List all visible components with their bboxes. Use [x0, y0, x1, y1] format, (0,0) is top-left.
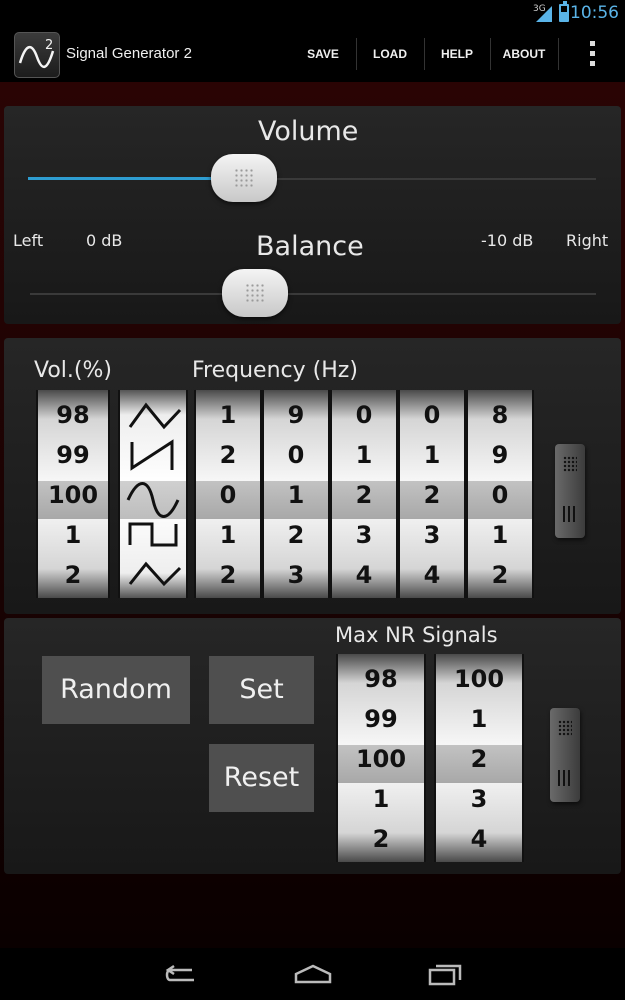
action-bar: 2 Signal Generator 2 SAVE LOAD HELP ABOU…	[0, 28, 625, 82]
wheel-value: 9	[287, 401, 305, 429]
wheel-value: 2	[64, 561, 82, 589]
action-separator	[490, 38, 491, 70]
waveform-wheel[interactable]	[118, 390, 188, 598]
wheel-value-selected: 0	[491, 481, 509, 509]
recent-apps-icon[interactable]	[426, 962, 466, 986]
set-button[interactable]: Set	[209, 656, 314, 724]
app-logo-icon[interactable]: 2	[14, 32, 60, 78]
frequency-digit-wheel-5[interactable]: 8 9 0 1 2	[466, 390, 534, 598]
wheel-value: 99	[56, 441, 90, 469]
wheel-value: 98	[364, 665, 398, 693]
volume-slider-thumb[interactable]	[210, 154, 277, 202]
wheel-value-selected: 2	[470, 745, 488, 773]
balance-label: Balance	[256, 231, 364, 262]
svg-text:2: 2	[45, 38, 53, 53]
help-button[interactable]: HELP	[430, 38, 484, 70]
wheel-value: 2	[219, 441, 237, 469]
navigation-bar	[0, 948, 625, 1000]
save-button[interactable]: SAVE	[296, 38, 350, 70]
status-bar: 3G 10:56	[0, 0, 625, 28]
overflow-menu-icon[interactable]	[584, 38, 602, 70]
wheel-value: 0	[423, 401, 441, 429]
wheel-value: 1	[470, 705, 488, 733]
wheel-value: 1	[64, 521, 82, 549]
balance-slider-thumb[interactable]	[222, 269, 289, 317]
volume-balance-panel: Volume Left 0 dB Balance -10 dB Right	[4, 106, 621, 324]
volume-label: Volume	[258, 116, 359, 147]
reset-button[interactable]: Reset	[209, 744, 314, 812]
wheel-value: 4	[355, 561, 373, 589]
wheel-value: 1	[219, 401, 237, 429]
signal-strength-icon	[536, 6, 552, 22]
square-wave-icon	[128, 522, 178, 547]
triangle-wave-icon	[128, 561, 182, 587]
frequency-header: Frequency (Hz)	[192, 358, 358, 383]
wheel-value: 4	[423, 561, 441, 589]
triangle-wave-icon	[128, 402, 182, 430]
wheel-value: 4	[470, 825, 488, 853]
wheel-value: 2	[372, 825, 390, 853]
wheel-value-selected: 2	[423, 481, 441, 509]
home-icon[interactable]	[292, 962, 334, 986]
action-separator	[558, 38, 559, 70]
frequency-digit-wheel-3[interactable]: 0 1 2 3 4	[330, 390, 398, 598]
wheel-value-selected: 100	[47, 481, 99, 509]
signal-panel: Vol.(%) Frequency (Hz) 98 99 100 1 2 1 2…	[4, 338, 621, 614]
wheel-value-selected: 1	[287, 481, 305, 509]
about-button[interactable]: ABOUT	[496, 38, 552, 70]
action-separator	[424, 38, 425, 70]
drag-handle-icon[interactable]	[550, 708, 580, 802]
left-db-value: 0 dB	[86, 231, 123, 250]
wheel-value: 9	[491, 441, 509, 469]
load-button[interactable]: LOAD	[362, 38, 418, 70]
wheel-value: 2	[491, 561, 509, 589]
wheel-value: 0	[287, 441, 305, 469]
drag-handle-icon[interactable]	[555, 444, 585, 538]
wheel-value-selected: 0	[219, 481, 237, 509]
wheel-value: 0	[355, 401, 373, 429]
app-title: Signal Generator 2	[66, 45, 192, 62]
wheel-value: 1	[355, 441, 373, 469]
wheel-value: 2	[287, 521, 305, 549]
wheel-value: 99	[364, 705, 398, 733]
wheel-value: 2	[219, 561, 237, 589]
random-button[interactable]: Random	[42, 656, 190, 724]
action-separator	[356, 38, 357, 70]
wheel-value: 98	[56, 401, 90, 429]
wheel-value: 3	[287, 561, 305, 589]
wheel-value-selected: 2	[355, 481, 373, 509]
wheel-value: 3	[355, 521, 373, 549]
sawtooth-wave-icon	[130, 439, 174, 471]
battery-icon	[559, 1, 569, 22]
max-nr-wheel-right[interactable]: 100 1 2 3 4	[434, 654, 524, 862]
balance-track	[30, 293, 596, 295]
wheel-value: 1	[423, 441, 441, 469]
vol-percent-header: Vol.(%)	[34, 358, 112, 383]
wheel-value: 1	[372, 785, 390, 813]
frequency-digit-wheel-2[interactable]: 9 0 1 2 3	[262, 390, 330, 598]
right-db-value: -10 dB	[481, 231, 534, 250]
wheel-value: 8	[491, 401, 509, 429]
wheel-value: 100	[453, 665, 505, 693]
wheel-value: 1	[491, 521, 509, 549]
max-nr-signals-header: Max NR Signals	[335, 623, 498, 647]
wheel-value: 3	[423, 521, 441, 549]
back-icon[interactable]	[160, 962, 200, 986]
volume-percent-wheel[interactable]: 98 99 100 1 2	[36, 390, 110, 598]
controls-panel: Random Set Reset Max NR Signals 98 99 10…	[4, 618, 621, 874]
right-channel-label: Right	[566, 231, 609, 250]
wheel-value: 3	[470, 785, 488, 813]
wheel-value-selected: 100	[355, 745, 407, 773]
left-channel-label: Left	[13, 231, 44, 250]
max-nr-wheel-left[interactable]: 98 99 100 1 2	[336, 654, 426, 862]
wheel-value: 1	[219, 521, 237, 549]
frequency-digit-wheel-4[interactable]: 0 1 2 3 4	[398, 390, 466, 598]
frequency-digit-wheel-1[interactable]: 1 2 0 1 2	[194, 390, 262, 598]
status-clock: 10:56	[570, 3, 619, 23]
sine-wave-icon	[126, 482, 180, 518]
